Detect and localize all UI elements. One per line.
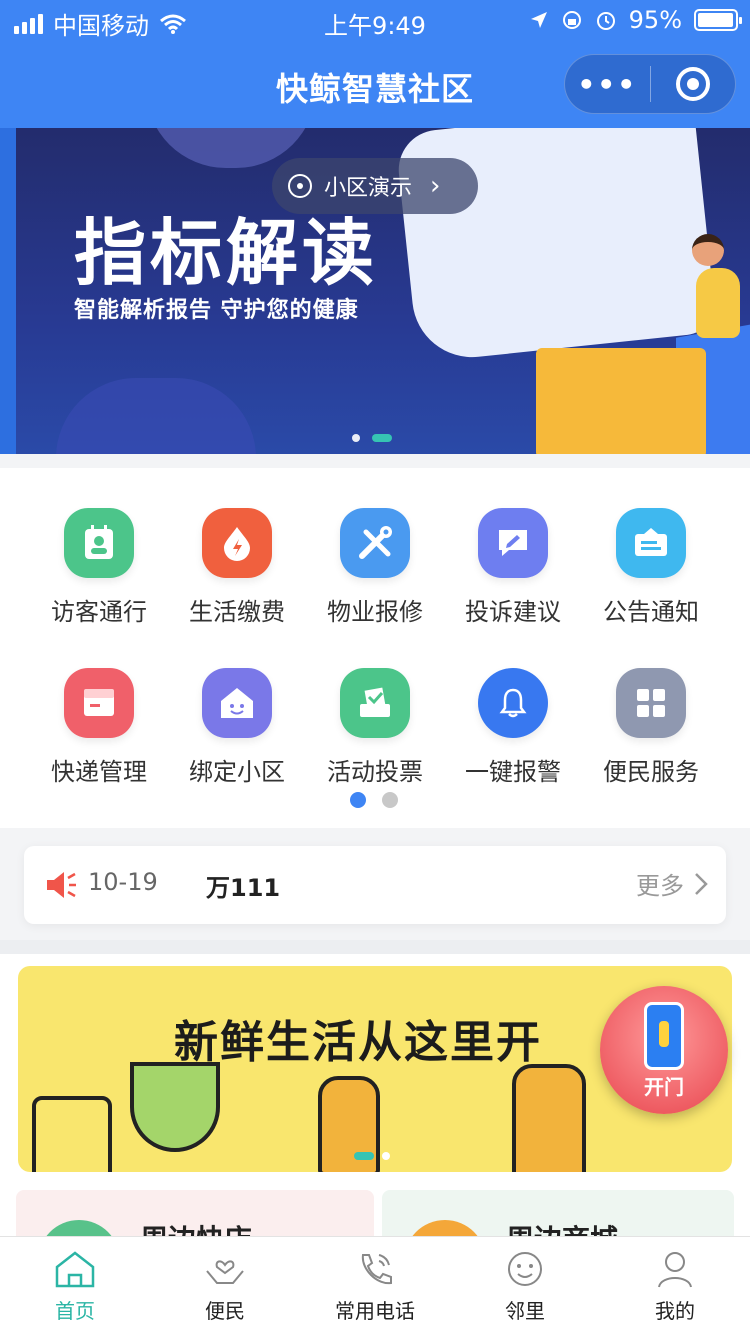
status-bar: 中国移动 上午9:49 95% <box>0 0 750 40</box>
nav-bar: 快鲸智慧社区 ••• <box>0 40 750 128</box>
open-door-button[interactable]: 开门 <box>600 986 728 1114</box>
section-divider <box>0 940 750 954</box>
service-visitor[interactable]: 访客通行 <box>29 508 169 627</box>
bottom-tab-bar: 首页 便民 常用电话 邻里 我的 <box>0 1236 750 1334</box>
more-label: 更多 <box>636 872 684 900</box>
top-header: 中国移动 上午9:49 95% 快鲸智慧社区 ••• <box>0 0 750 128</box>
service-label: 一键报警 <box>465 758 561 786</box>
phone-icon <box>361 1254 392 1285</box>
tab-home[interactable]: 首页 <box>0 1237 150 1334</box>
tab-neighbors[interactable]: 邻里 <box>450 1237 600 1334</box>
tab-label: 常用电话 <box>335 1299 415 1323</box>
announcement-date: 10-19 <box>88 868 158 896</box>
miniprogram-capsule: ••• <box>564 54 736 114</box>
service-label: 活动投票 <box>327 758 423 786</box>
location-icon <box>530 12 547 28</box>
rotation-lock-icon <box>562 11 581 29</box>
service-grid: 访客通行 生活缴费 物业报修 投诉建议 公告通知 快递管理 绑定小区 活动投票 … <box>0 468 750 828</box>
express-icon <box>64 668 134 738</box>
target-circle-icon <box>675 67 710 101</box>
tab-label: 我的 <box>655 1299 695 1323</box>
tab-convenience[interactable]: 便民 <box>150 1237 300 1334</box>
service-vote[interactable]: 活动投票 <box>305 668 445 787</box>
service-label: 快递管理 <box>51 758 147 786</box>
battery-percent: 95% <box>628 6 682 34</box>
decor-box <box>536 348 706 454</box>
prev-slide-peek <box>0 128 16 454</box>
hero-carousel[interactable]: 指标解读 智能解析报告 守护您的健康 小区演示 › <box>0 128 750 454</box>
announcement-bar[interactable]: 10-19 万111 更多 <box>24 846 726 924</box>
decor-ice-cup <box>32 1096 112 1172</box>
chevron-right-icon: › <box>430 171 441 201</box>
pagination-dot-active <box>354 1152 374 1160</box>
care-hands-icon <box>206 1260 244 1284</box>
service-label: 物业报修 <box>327 598 423 626</box>
chevron-right-icon <box>695 872 708 895</box>
vote-icon <box>340 668 410 738</box>
home-icon <box>202 668 272 738</box>
tab-label: 邻里 <box>505 1299 545 1323</box>
pagination-dot-active <box>372 434 392 442</box>
community-name: 小区演示 <box>324 176 413 201</box>
battery-icon <box>694 9 742 31</box>
phone-key-icon <box>644 1002 684 1070</box>
service-label: 便民服务 <box>603 758 699 786</box>
smile-icon <box>508 1252 542 1286</box>
service-label: 绑定小区 <box>189 758 285 786</box>
service-repair[interactable]: 物业报修 <box>305 508 445 627</box>
service-alarm[interactable]: 一键报警 <box>443 668 583 787</box>
complaint-icon <box>478 508 548 578</box>
service-notice[interactable]: 公告通知 <box>581 508 721 627</box>
community-switch-button[interactable]: 小区演示 › <box>272 158 478 214</box>
location-target-icon <box>288 174 312 198</box>
service-label: 投诉建议 <box>465 598 561 626</box>
visitor-icon <box>64 508 134 578</box>
tab-label: 首页 <box>55 1299 95 1323</box>
tab-profile[interactable]: 我的 <box>600 1237 750 1334</box>
notice-icon <box>616 508 686 578</box>
tab-phone[interactable]: 常用电话 <box>300 1237 450 1334</box>
bell-icon <box>478 668 548 738</box>
service-convenience[interactable]: 便民服务 <box>581 668 721 787</box>
tab-label: 便民 <box>205 1299 245 1323</box>
service-complaint[interactable]: 投诉建议 <box>443 508 583 627</box>
pagination-dot <box>382 1152 390 1160</box>
decor-leaf <box>56 378 256 454</box>
service-bind-community[interactable]: 绑定小区 <box>167 668 307 787</box>
decor-person-body <box>696 268 740 338</box>
home-tab-icon <box>55 1251 95 1288</box>
pagination-dot-active[interactable] <box>350 792 366 808</box>
service-express[interactable]: 快递管理 <box>29 668 169 787</box>
service-label: 生活缴费 <box>189 598 285 626</box>
open-door-label: 开门 <box>644 1075 684 1099</box>
service-label: 公告通知 <box>603 598 699 626</box>
alarm-icon <box>596 12 615 30</box>
promo-slogan: 新鲜生活从这里开 <box>174 1017 542 1068</box>
pagination-dot[interactable] <box>382 792 398 808</box>
promo-pagination <box>354 1152 390 1160</box>
more-dots-icon[interactable]: ••• <box>565 68 650 101</box>
speaker-icon <box>47 872 76 898</box>
app-page: 中国移动 上午9:49 95% 快鲸智慧社区 ••• 指标解读 智能解析报告 守… <box>0 0 750 1334</box>
decor-person-head <box>692 234 724 266</box>
hero-subline: 智能解析报告 守护您的健康 <box>74 298 359 323</box>
announcement-text: 万111 <box>206 874 281 902</box>
repair-icon <box>340 508 410 578</box>
service-payment[interactable]: 生活缴费 <box>167 508 307 627</box>
grid-pagination <box>350 792 398 808</box>
user-icon <box>658 1252 692 1288</box>
decor-bottle <box>512 1064 586 1172</box>
more-link[interactable]: 更多 <box>636 866 708 901</box>
grid-icon <box>616 668 686 738</box>
service-label: 访客通行 <box>51 598 147 626</box>
decor-cocktail-glass <box>130 1062 220 1152</box>
close-button[interactable] <box>651 67 736 101</box>
hero-pagination <box>352 434 392 442</box>
payment-icon <box>202 508 272 578</box>
pagination-dot <box>352 434 360 442</box>
